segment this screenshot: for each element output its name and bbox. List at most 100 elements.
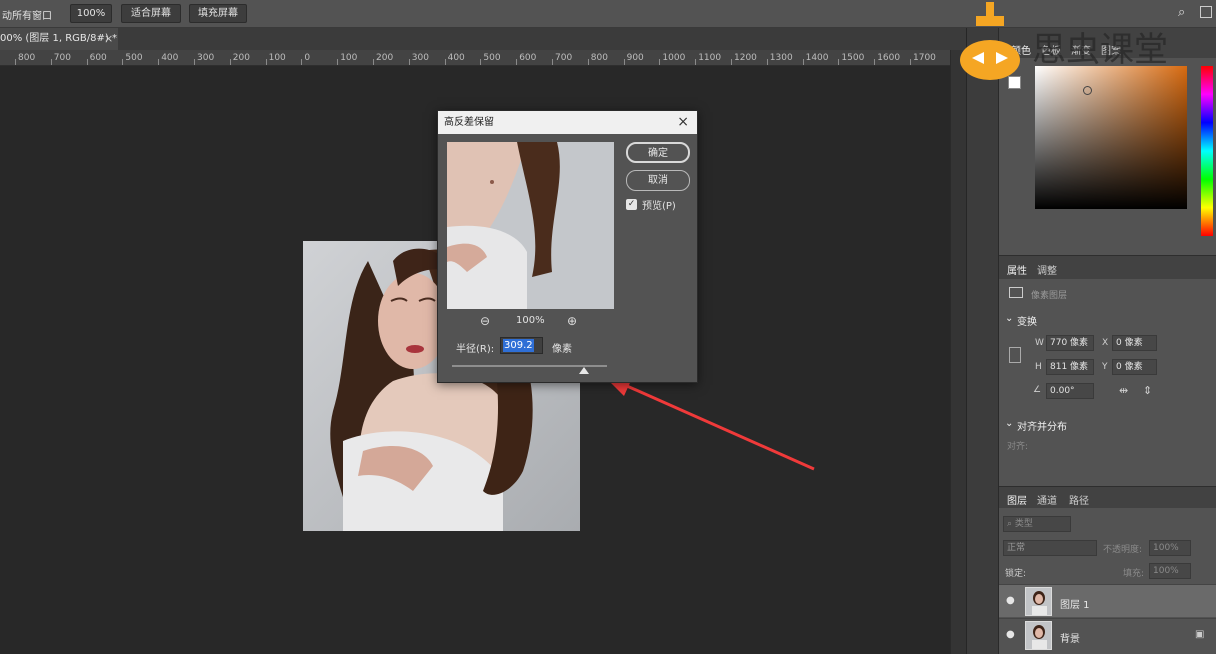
horizontal-ruler: 800 700 600 500 400 300 200 100 0 100 200 300 400 500… [0,50,950,66]
visibility-eye-icon[interactable]: ● [1006,629,1015,640]
ruler-tick-label: 0 [304,53,311,63]
ruler-tick-label: 100 [268,53,286,63]
radius-unit: 像素 [552,344,572,355]
x-label: X [1102,338,1109,348]
ruler-tick-label: 700 [53,53,71,63]
lock-icon: ▣ [1195,629,1205,640]
zoom-in-icon[interactable]: ⊕ [567,314,577,328]
ruler-tick [874,59,876,65]
ruler-tick [480,59,482,65]
preview-checkbox[interactable]: ✓ [626,199,637,210]
opacity-field[interactable]: 100% [1149,540,1191,556]
search-icon[interactable]: ⌕ [1178,5,1185,20]
radius-label: 半径(R): [456,344,495,355]
radius-slider-thumb[interactable] [579,367,589,374]
fill-field[interactable]: 100% [1149,563,1191,579]
fit-screen-button[interactable]: 适合屏幕 [121,4,181,23]
tab-adjustments[interactable]: 调整 [1037,262,1057,277]
watermark-text: 思虫课堂 [1032,30,1168,70]
fill-label: 填充: [1123,569,1145,579]
ruler-tick-label: 1100 [698,53,722,63]
layer-name[interactable]: 背景 [1060,630,1080,645]
ok-button[interactable]: 确定 [626,142,690,163]
layer-filter-dropdown[interactable]: ⌕ 类型 [1003,516,1071,532]
layer-name[interactable]: 图层 1 [1060,596,1090,611]
ruler-tick [444,59,446,65]
ruler-tick-label: 1400 [805,53,829,63]
flip-horizontal-icon[interactable]: ⇹ [1119,384,1128,397]
blend-mode-dropdown[interactable]: 正常 [1003,540,1097,556]
tab-paths[interactable]: 路径 [1069,492,1089,507]
ruler-tick-label: 300 [411,53,429,63]
opacity-label: 不透明度: [1103,545,1143,555]
document-tab[interactable]: 00% (图层 1, RGB/8#) * × [0,28,118,50]
visibility-eye-icon[interactable]: ● [1006,595,1015,606]
color-picker-cursor[interactable] [1083,86,1092,95]
ruler-tick-label: 1600 [877,53,901,63]
transform-chevron-icon[interactable]: ⌄ [1005,313,1013,324]
lock-label: 锁定: [1005,569,1027,579]
ruler-tick-label: 700 [555,53,573,63]
height-field[interactable]: 811 像素 [1046,359,1094,375]
align-label: 对齐: [1007,442,1029,452]
tab-layers[interactable]: 图层 [1007,492,1027,507]
fill-screen-button[interactable]: 填充屏幕 [189,4,247,23]
ruler-tick [301,59,303,65]
preview-image [447,142,614,309]
cancel-button[interactable]: 取消 [626,170,690,191]
scroll-all-windows-label[interactable]: 动所有窗口 [2,7,52,22]
flip-vertical-icon[interactable]: ⇕ [1143,384,1152,397]
dialog-close-icon[interactable]: × [677,111,689,134]
ruler-tick-label: 900 [626,53,644,63]
hue-slider[interactable] [1201,66,1213,236]
search-icon: ⌕ [1007,519,1015,529]
tab-properties[interactable]: 属性 [1007,262,1027,277]
workspace-icon[interactable] [1200,6,1212,18]
filter-preview[interactable] [447,142,614,309]
width-field[interactable]: 770 像素 [1046,335,1094,351]
y-field[interactable]: 0 像素 [1112,359,1157,375]
ruler-tick [122,59,124,65]
angle-field[interactable]: 0.00° [1046,383,1094,399]
zoom-percent: 100% [516,315,545,326]
mascot-logo-icon [960,2,1020,80]
zoom-out-icon[interactable]: ⊖ [480,314,490,328]
ruler-tick [552,59,553,65]
layers-panel-tabs: 图层 通道 路径 [999,486,1216,508]
ruler-tick-label: 400 [161,53,179,63]
align-section-title: 对齐并分布 [1017,422,1067,433]
angle-icon: ∠ [1033,385,1042,395]
close-icon[interactable]: × [104,28,113,50]
ruler-tick-label: 600 [519,53,537,63]
ruler-tick [194,59,195,65]
vertical-scrollbar[interactable] [950,50,966,654]
high-pass-dialog: 高反差保留 × 确定 取消 ✓ 预览(P) ⊖ 100% ⊕ 半径(R): 30… [437,110,698,383]
watermark-logo [958,2,1022,82]
radius-input[interactable]: 309.2 [500,337,543,354]
right-panel: 颜色 色板 渐变 图案 属性 调整 像素图层 ⌄ 变换 W 770 像素 X 0… [998,28,1216,654]
zoom-100-button[interactable]: 100% [70,4,112,23]
link-dimensions-icon[interactable] [1009,347,1021,363]
ruler-tick [229,59,231,65]
pixel-layer-icon [1009,287,1023,298]
layer-filter-text: 类型 [1014,519,1033,529]
panel-dock-strip [966,28,998,654]
ruler-tick [802,59,804,65]
align-chevron-icon[interactable]: ⌄ [1005,418,1013,429]
transform-section-title: 变换 [1017,317,1037,328]
layer-row[interactable]: ● 背景 ▣ [999,618,1216,651]
ruler-tick [695,59,697,65]
ruler-tick [838,59,840,65]
ruler-tick-label: 1500 [841,53,865,63]
x-field[interactable]: 0 像素 [1112,335,1157,351]
layer-row[interactable]: ● 图层 1 [999,584,1216,617]
tab-channels[interactable]: 通道 [1037,492,1057,507]
ruler-tick [15,59,16,65]
color-picker-field[interactable] [1035,66,1187,209]
y-label: Y [1102,362,1108,372]
ruler-tick-label: 1700 [913,53,936,63]
layer-thumbnail [1025,621,1052,650]
layer-thumbnail [1025,587,1052,616]
dialog-title: 高反差保留 [444,117,494,128]
layer-thumbnail-image [1026,588,1051,615]
